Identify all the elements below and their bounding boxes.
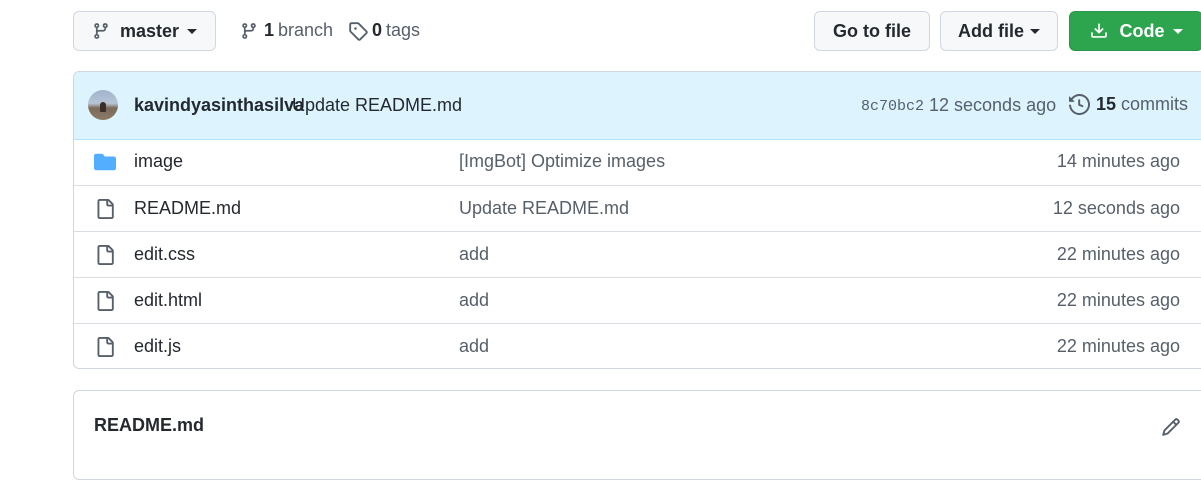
branches-label: branch: [278, 20, 334, 40]
go-to-file-label: Go to file: [833, 20, 911, 41]
readme-title[interactable]: README.md: [94, 415, 204, 436]
file-commit-message-link[interactable]: Update README.md: [459, 198, 629, 219]
file-icon: [97, 199, 114, 219]
table-row[interactable]: edit.js add 22 minutes ago: [74, 323, 1201, 368]
commits-link[interactable]: 15 commits: [1069, 94, 1188, 115]
file-icon: [97, 337, 114, 357]
file-icon: [97, 291, 114, 311]
code-button[interactable]: Code: [1069, 11, 1201, 51]
file-listing: kavindyasinthasilva Update README.md 8c7…: [73, 71, 1201, 369]
avatar[interactable]: [88, 90, 118, 120]
tags-link[interactable]: 0 tags: [348, 20, 420, 41]
file-commit-message-link[interactable]: add: [459, 336, 489, 357]
commits-label: commits: [1121, 94, 1189, 114]
git-branch-icon: [242, 22, 256, 39]
branch-select-button[interactable]: master: [73, 11, 216, 51]
go-to-file-button[interactable]: Go to file: [814, 11, 930, 51]
file-age: 22 minutes ago: [1056, 290, 1180, 310]
file-name-link[interactable]: edit.css: [134, 244, 195, 265]
chevron-down-icon: [187, 28, 198, 34]
readme-panel: README.md: [73, 390, 1201, 480]
file-icon: [97, 245, 114, 265]
add-file-label: Add file: [958, 20, 1024, 41]
table-row[interactable]: edit.html add 22 minutes ago: [74, 277, 1201, 324]
avatar-figure: [100, 102, 106, 112]
table-row[interactable]: README.md Update README.md 12 seconds ag…: [74, 185, 1201, 232]
tag-icon: [349, 21, 368, 41]
code-label: Code: [1119, 20, 1165, 41]
commit-sha-link[interactable]: 8c70bc2: [861, 98, 924, 115]
branch-select-label: master: [119, 20, 180, 41]
download-icon: [1090, 23, 1107, 38]
commit-message-link[interactable]: Update README.md: [292, 95, 462, 116]
latest-commit-bar: kavindyasinthasilva Update README.md 8c7…: [74, 72, 1201, 140]
branches-link[interactable]: 1 branch: [240, 20, 333, 41]
history-icon: [1069, 94, 1090, 115]
commit-author-link[interactable]: kavindyasinthasilva: [134, 95, 304, 116]
file-commit-message-link[interactable]: [ImgBot] Optimize images: [459, 151, 665, 172]
file-commit-message-link[interactable]: add: [459, 244, 489, 265]
file-age: 22 minutes ago: [1056, 244, 1180, 264]
chevron-down-icon: [1030, 28, 1040, 34]
table-row[interactable]: edit.css add 22 minutes ago: [74, 231, 1201, 278]
add-file-button[interactable]: Add file: [940, 11, 1058, 51]
file-age: 12 seconds ago: [1052, 198, 1180, 218]
tags-count: 0: [372, 20, 383, 40]
git-branch-icon: [94, 23, 108, 39]
file-name-link[interactable]: edit.html: [134, 290, 202, 311]
branches-count: 1: [264, 20, 275, 40]
table-row[interactable]: image [ImgBot] Optimize images 14 minute…: [74, 139, 1201, 185]
chevron-down-icon: [1172, 28, 1183, 34]
tags-label: tags: [386, 20, 421, 40]
file-name-link[interactable]: image: [134, 151, 183, 172]
file-age: 22 minutes ago: [1056, 336, 1180, 356]
file-name-link[interactable]: README.md: [134, 198, 241, 219]
folder-icon: [94, 153, 116, 171]
pencil-icon[interactable]: [1161, 417, 1181, 437]
commit-time: 12 seconds ago: [929, 95, 1057, 115]
file-commit-message-link[interactable]: add: [459, 290, 489, 311]
file-name-link[interactable]: edit.js: [134, 336, 181, 357]
commits-count: 15: [1096, 94, 1117, 114]
file-rows: image [ImgBot] Optimize images 14 minute…: [74, 139, 1201, 368]
file-age: 14 minutes ago: [1056, 151, 1180, 171]
